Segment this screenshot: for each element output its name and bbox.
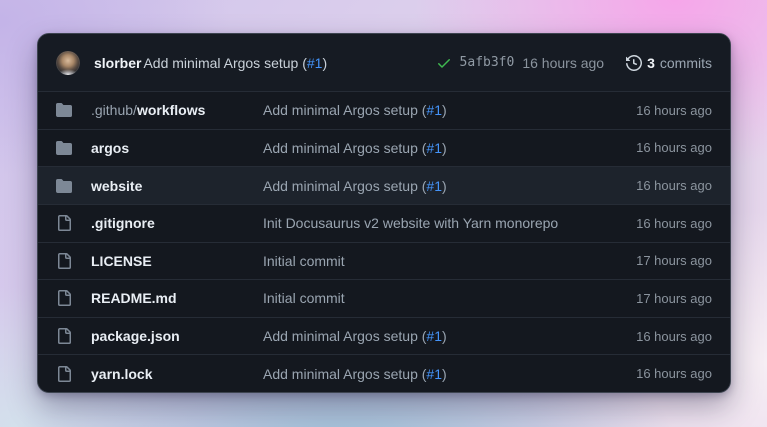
file-name[interactable]: website (91, 178, 263, 194)
desktop-background: { "card": { "colors": { "link_blue": "#4… (0, 0, 767, 427)
last-commit-time: 16 hours ago (636, 178, 712, 193)
file-row[interactable]: package.json Add minimal Argos setup (#1… (38, 317, 730, 355)
commit-message[interactable]: Add minimal Argos setup (#1) (263, 178, 636, 194)
file-row[interactable]: LICENSE Initial commit 17 hours ago (38, 242, 730, 280)
commit-message[interactable]: Add minimal Argos setup (#1) (143, 55, 327, 71)
pr-link[interactable]: #1 (426, 102, 442, 118)
file-name[interactable]: yarn.lock (91, 366, 263, 382)
last-commit-time: 17 hours ago (636, 253, 712, 268)
file-row[interactable]: website Add minimal Argos setup (#1) 16 … (38, 166, 730, 204)
file-icon (56, 253, 76, 269)
commits-label: commits (660, 55, 712, 71)
pr-link[interactable]: #1 (426, 328, 442, 344)
commit-message[interactable]: Init Docusaurus v2 website with Yarn mon… (263, 215, 636, 231)
last-commit-time: 16 hours ago (636, 216, 712, 231)
file-name[interactable]: LICENSE (91, 253, 263, 269)
pr-link[interactable]: #1 (426, 366, 442, 382)
file-name[interactable]: argos (91, 140, 263, 156)
pr-link[interactable]: #1 (426, 140, 442, 156)
folder-icon (56, 140, 76, 156)
commit-author[interactable]: slorber (94, 55, 141, 71)
history-icon (626, 55, 642, 71)
pr-link[interactable]: #1 (426, 178, 442, 194)
file-row[interactable]: .gitignore Init Docusaurus v2 website wi… (38, 204, 730, 242)
file-name[interactable]: package.json (91, 328, 263, 344)
commit-message[interactable]: Initial commit (263, 290, 636, 306)
file-name[interactable]: .gitignore (91, 215, 263, 231)
file-row[interactable]: yarn.lock Add minimal Argos setup (#1) 1… (38, 354, 730, 392)
repo-file-browser: slorber Add minimal Argos setup (#1) 5af… (37, 33, 731, 393)
commit-message[interactable]: Add minimal Argos setup (#1) (263, 366, 636, 382)
file-row[interactable]: .github/workflows Add minimal Argos setu… (38, 92, 730, 129)
author-avatar[interactable] (56, 51, 80, 75)
last-commit-time: 16 hours ago (636, 140, 712, 155)
file-icon (56, 290, 76, 306)
file-icon (56, 366, 76, 382)
file-row[interactable]: argos Add minimal Argos setup (#1) 16 ho… (38, 129, 730, 167)
commits-count: 3 (647, 55, 655, 71)
commit-time: 16 hours ago (522, 55, 604, 71)
latest-commit-bar: slorber Add minimal Argos setup (#1) 5af… (38, 34, 730, 92)
last-commit-time: 16 hours ago (636, 329, 712, 344)
file-name[interactable]: README.md (91, 290, 263, 306)
folder-icon (56, 102, 76, 118)
commit-message[interactable]: Add minimal Argos setup (#1) (263, 140, 636, 156)
commit-hash[interactable]: 5afb3f0 (460, 55, 515, 70)
file-list: .github/workflows Add minimal Argos setu… (38, 92, 730, 392)
pr-link[interactable]: #1 (307, 55, 323, 71)
check-icon[interactable] (436, 55, 452, 71)
commit-message[interactable]: Add minimal Argos setup (#1) (263, 328, 636, 344)
file-icon (56, 328, 76, 344)
commit-history-link[interactable]: 3 commits (626, 55, 712, 71)
last-commit-time: 16 hours ago (636, 366, 712, 381)
file-name[interactable]: .github/workflows (91, 102, 263, 118)
last-commit-time: 17 hours ago (636, 291, 712, 306)
file-icon (56, 215, 76, 231)
file-row[interactable]: README.md Initial commit 17 hours ago (38, 279, 730, 317)
folder-icon (56, 178, 76, 194)
commit-message[interactable]: Initial commit (263, 253, 636, 269)
commit-message[interactable]: Add minimal Argos setup (#1) (263, 102, 636, 118)
last-commit-time: 16 hours ago (636, 103, 712, 118)
